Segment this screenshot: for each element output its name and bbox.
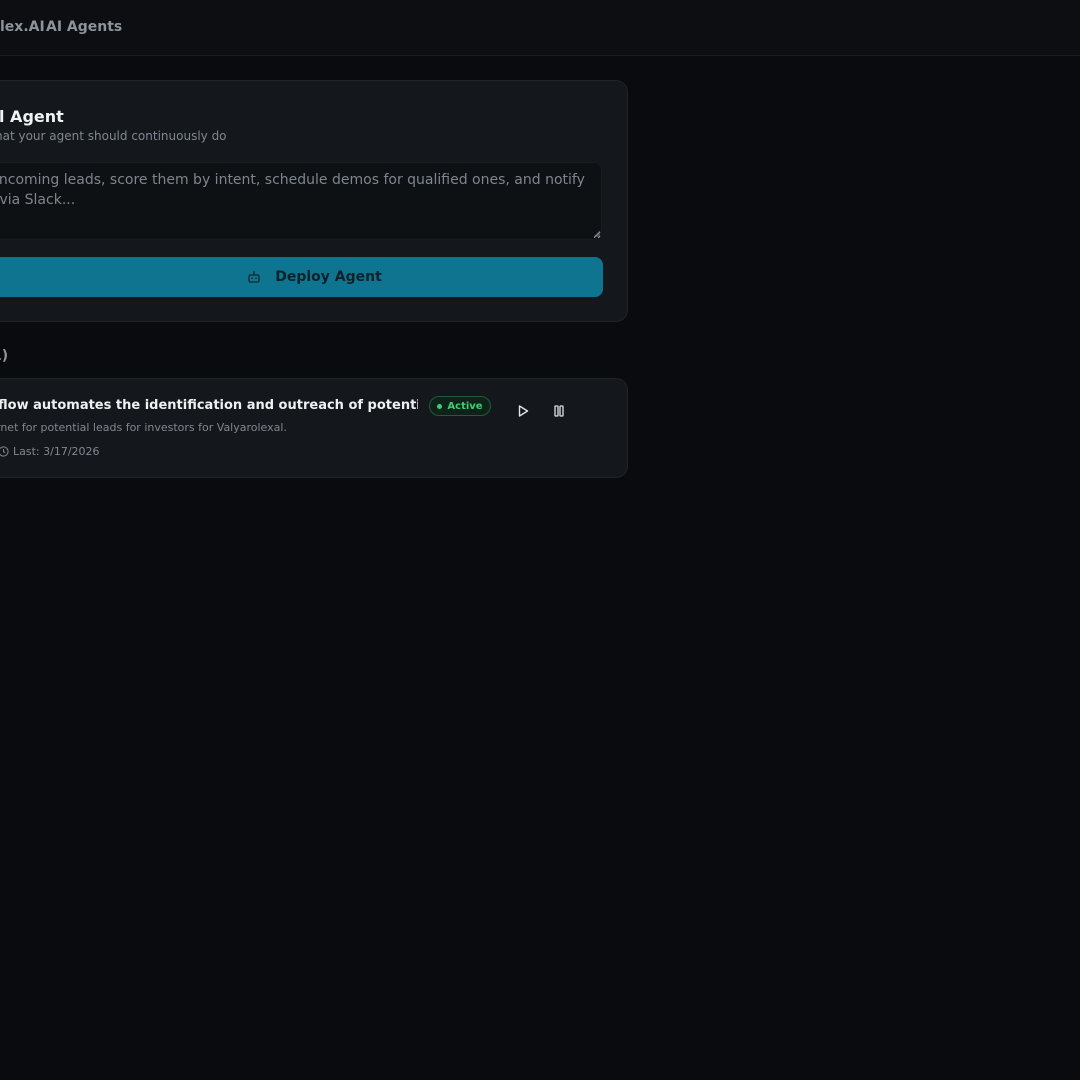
top-bar: lex.AI AI Agents — [0, 0, 1080, 56]
pause-icon — [554, 405, 564, 417]
agent-last-run-text: Last: 3/17/2026 — [13, 445, 100, 458]
deploy-agent-label: Deploy Agent — [275, 269, 382, 285]
clock-icon — [0, 446, 9, 457]
run-agent-button[interactable] — [511, 399, 535, 423]
create-agent-title: l Agent — [0, 107, 64, 126]
brand-logo-text[interactable]: lex.AI — [0, 19, 45, 35]
deploy-agent-button[interactable]: Deploy Agent — [0, 257, 603, 297]
agent-title[interactable]: flow automates the identification and ou… — [0, 398, 418, 413]
create-agent-subtitle: hat your agent should continuously do — [0, 129, 227, 143]
resize-grip-icon[interactable] — [593, 230, 601, 238]
status-dot-icon — [437, 403, 443, 409]
status-badge: Active — [429, 396, 491, 416]
play-icon — [518, 405, 529, 417]
pause-agent-button[interactable] — [547, 399, 571, 423]
breadcrumb-ai-agents[interactable]: AI Agents — [46, 19, 122, 35]
bot-icon — [247, 270, 261, 284]
agent-description: rnet for potential leads for investors f… — [0, 421, 287, 434]
agent-last-run: Last: 3/17/2026 — [0, 445, 100, 458]
agent-prompt-textarea[interactable] — [0, 162, 602, 240]
status-label: Active — [447, 400, 483, 412]
agents-list-heading: 1) — [0, 348, 9, 364]
